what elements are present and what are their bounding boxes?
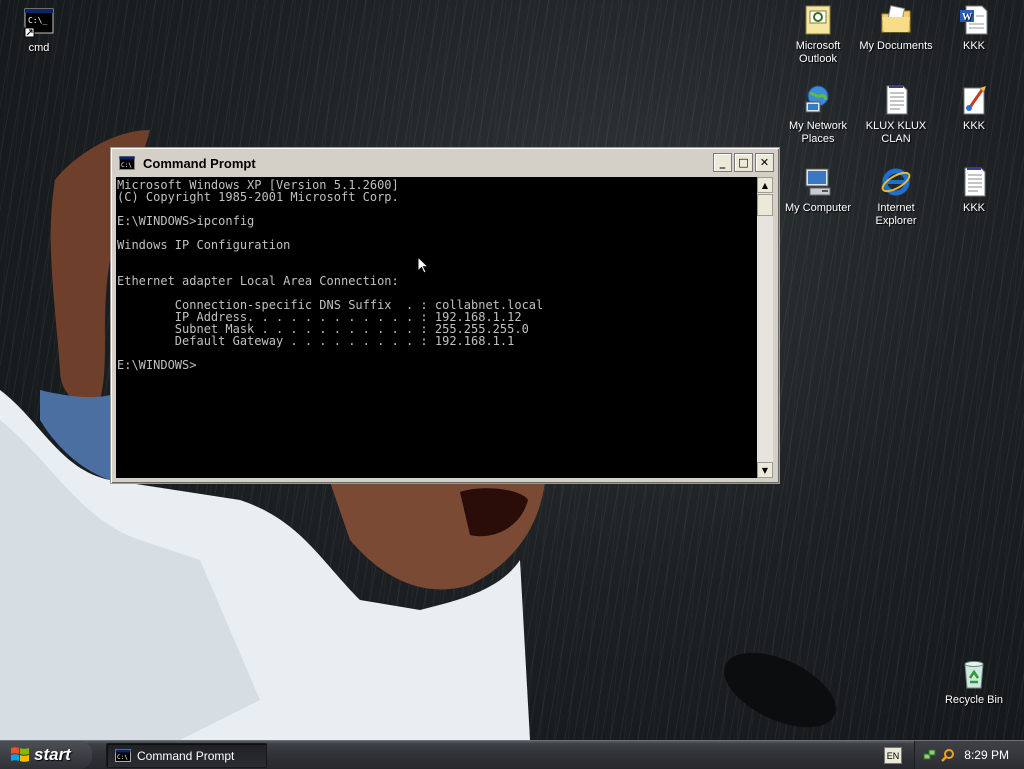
console-line: E:\WINDOWS>ipconfig bbox=[117, 214, 255, 228]
start-label: start bbox=[34, 745, 71, 764]
scroll-down-button[interactable]: ▼ bbox=[757, 462, 773, 478]
my-documents-icon bbox=[881, 5, 911, 33]
console-area[interactable]: Microsoft Windows XP [Version 5.1.2600] … bbox=[116, 177, 757, 478]
cmd-window-icon: C:\ bbox=[115, 749, 131, 762]
maximize-icon: □ bbox=[738, 156, 749, 169]
arrow-down-icon: ▼ bbox=[761, 465, 769, 475]
desktop-icon-kkk-text[interactable]: KKK bbox=[935, 166, 1013, 215]
arrow-up-icon: ▲ bbox=[761, 180, 769, 190]
taskbar: start C:\ Command Prompt EN 8:29 PM bbox=[0, 740, 1024, 769]
console-output: Microsoft Windows XP [Version 5.1.2600] … bbox=[116, 177, 757, 371]
desktop-icon-recycle-bin[interactable]: Recycle Bin bbox=[935, 658, 1013, 707]
recycle-bin-icon bbox=[964, 661, 984, 689]
svg-text:C:\_: C:\_ bbox=[28, 16, 47, 25]
window-title-bar[interactable]: C:\ Command Prompt _ □ ✕ bbox=[114, 151, 776, 175]
text-document-icon bbox=[886, 85, 908, 115]
scrollbar-thumb[interactable] bbox=[757, 194, 773, 216]
scroll-up-button[interactable]: ▲ bbox=[757, 177, 773, 193]
close-icon: ✕ bbox=[759, 156, 770, 169]
taskbar-item-label: Command Prompt bbox=[137, 748, 235, 763]
svg-text:C:\: C:\ bbox=[117, 754, 128, 761]
internet-explorer-icon bbox=[881, 168, 911, 196]
svg-text:C:\: C:\ bbox=[121, 162, 132, 169]
network-places-icon bbox=[805, 85, 829, 113]
text-document-icon bbox=[964, 167, 986, 197]
outlook-icon bbox=[805, 5, 831, 35]
console-line: (C) Copyright 1985-2001 Microsoft Corp. bbox=[117, 190, 399, 204]
maximize-button[interactable]: □ bbox=[734, 153, 753, 172]
system-tray: 8:29 PM bbox=[914, 741, 1024, 769]
desktop-icon-cmd[interactable]: C:\_ cmd bbox=[0, 6, 78, 55]
desktop-icon-outlook[interactable]: Microsoft Outlook bbox=[779, 4, 857, 66]
taskbar-item-command-prompt[interactable]: C:\ Command Prompt bbox=[106, 743, 267, 768]
window-title: Command Prompt bbox=[143, 155, 256, 171]
svg-text:W: W bbox=[962, 12, 972, 23]
desktop-icon-kkk-paint[interactable]: KKK bbox=[935, 84, 1013, 133]
console-line: Windows IP Configuration bbox=[117, 238, 291, 252]
vertical-scrollbar[interactable]: ▲ ▼ bbox=[757, 177, 773, 478]
network-tray-icon[interactable] bbox=[923, 748, 937, 762]
console-prompt: E:\WINDOWS> bbox=[117, 358, 197, 372]
paint-icon bbox=[963, 86, 986, 115]
close-button[interactable]: ✕ bbox=[755, 153, 774, 172]
desktop-icon-my-computer[interactable]: My Computer bbox=[779, 166, 857, 215]
minimize-button[interactable]: _ bbox=[713, 153, 732, 172]
desktop-icon-internet-explorer[interactable]: Internet Explorer bbox=[857, 166, 935, 228]
start-button[interactable]: start bbox=[0, 741, 92, 769]
mouse-pointer-icon bbox=[418, 257, 430, 274]
console-line: Default Gateway . . . . . . . . . : 192.… bbox=[117, 334, 515, 348]
desktop-icon-klux-klux-clan[interactable]: KLUX KLUX CLAN bbox=[857, 84, 935, 146]
command-prompt-window[interactable]: C:\ Command Prompt _ □ ✕ Microsoft Windo… bbox=[110, 147, 780, 484]
desktop-icon-my-documents[interactable]: My Documents bbox=[857, 4, 935, 53]
windows-logo-icon bbox=[11, 747, 29, 762]
minimize-icon: _ bbox=[719, 156, 726, 169]
cmd-shortcut-icon: C:\_ bbox=[24, 8, 54, 38]
language-indicator[interactable]: EN bbox=[884, 747, 902, 764]
cmd-window-icon: C:\ bbox=[119, 156, 135, 170]
desktop-icon-kkk-word[interactable]: W KKK bbox=[935, 4, 1013, 53]
my-computer-icon bbox=[805, 168, 831, 196]
desktop-icon-network-places[interactable]: My Network Places bbox=[779, 84, 857, 146]
clock[interactable]: 8:29 PM bbox=[964, 748, 1009, 762]
word-document-icon: W bbox=[960, 5, 988, 35]
console-line: Ethernet adapter Local Area Connection: bbox=[117, 274, 399, 288]
search-tray-icon[interactable] bbox=[941, 748, 955, 762]
